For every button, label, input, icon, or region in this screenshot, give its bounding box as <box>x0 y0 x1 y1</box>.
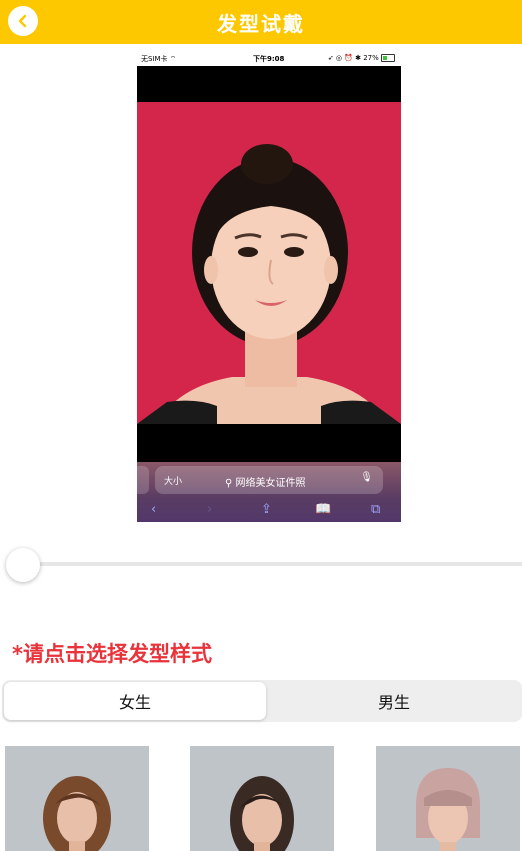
hairstyle-dark-wavy-image <box>230 776 294 851</box>
chevron-left-icon <box>18 14 27 28</box>
bookmarks-icon: 📖 <box>315 502 332 517</box>
browser-back-icon: ‹ <box>151 502 157 517</box>
previous-tab-stub <box>137 466 149 494</box>
hairstyle-thumb-2[interactable] <box>190 746 334 851</box>
address-bar: 大小 ⚲ 网络美女证件照 🎙 <box>155 466 383 494</box>
hairstyle-brown-wavy-image <box>43 776 111 851</box>
portrait-photo <box>137 102 401 424</box>
instruction-text: *请点击选择发型样式 <box>12 642 212 666</box>
status-bar: 无SIM卡 ⌔ 下午9:08 ➶ ◎ ⏰ ✱ 27% <box>137 52 401 66</box>
search-icon: ⚲ <box>225 478 233 489</box>
preview-photo: 无SIM卡 ⌔ 下午9:08 ➶ ◎ ⏰ ✱ 27% 大小 ⚲ 网络美女证件照 … <box>137 52 401 522</box>
portrait-image <box>137 144 401 424</box>
app-header: 发型试戴 <box>0 0 522 44</box>
carrier-label: 无SIM卡 ⌔ <box>141 55 177 63</box>
status-time: 下午9:08 <box>253 55 285 63</box>
battery-status: ➶ ◎ ⏰ ✱ 27% <box>328 54 395 62</box>
page-title: 发型试戴 <box>217 11 305 36</box>
search-query: ⚲ 网络美女证件照 <box>225 478 306 489</box>
browser-nav-icons: ‹ › ⇪ 📖 ⧉ <box>137 502 401 520</box>
tab-male[interactable]: 男生 <box>264 680 522 722</box>
browser-toolbar: 大小 ⚲ 网络美女证件照 🎙 ‹ › ⇪ 📖 ⧉ <box>137 462 401 522</box>
gender-segmented-control: 女生 男生 <box>2 680 522 722</box>
text-size-label: 大小 <box>164 477 183 487</box>
share-icon: ⇪ <box>261 502 272 517</box>
battery-icon <box>381 54 395 62</box>
browser-forward-icon: › <box>207 502 213 517</box>
hairstyle-thumb-1[interactable] <box>5 746 149 851</box>
mic-icon: 🎙 <box>360 472 373 483</box>
tab-female[interactable]: 女生 <box>4 682 266 720</box>
hairstyle-pink-bob-image <box>416 768 480 851</box>
adjust-slider-track[interactable] <box>20 562 522 566</box>
adjust-slider-thumb[interactable] <box>6 548 40 582</box>
letterbox-top <box>137 66 401 102</box>
tabs-icon: ⧉ <box>371 502 381 517</box>
hairstyle-thumb-3[interactable] <box>376 746 520 851</box>
letterbox-bottom <box>137 424 401 462</box>
back-button[interactable] <box>8 6 38 36</box>
